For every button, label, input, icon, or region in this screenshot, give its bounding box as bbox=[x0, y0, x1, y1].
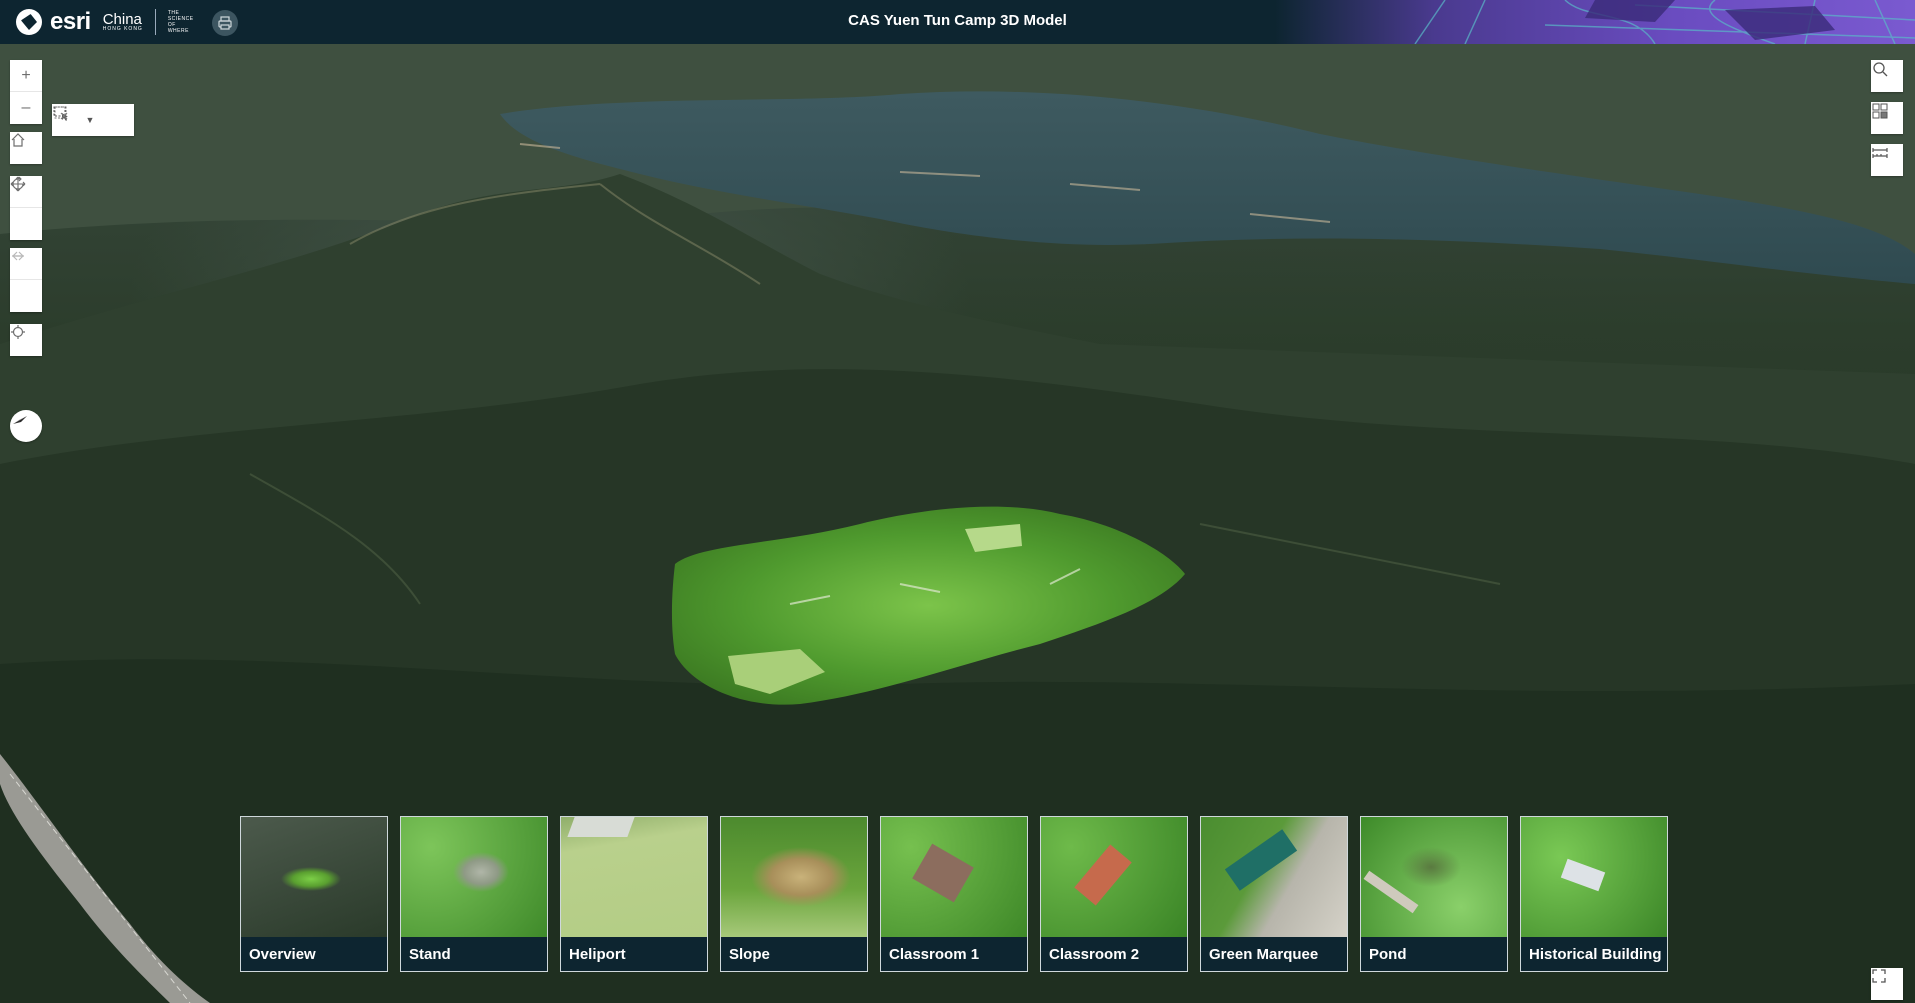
classroom-roof bbox=[1074, 844, 1132, 906]
slide-heliport[interactable]: Heliport bbox=[560, 816, 708, 972]
slide-thumbnail bbox=[1361, 817, 1507, 937]
slide-caption: Pond bbox=[1361, 937, 1507, 971]
zoom-out-icon: – bbox=[21, 99, 31, 116]
home-icon bbox=[11, 133, 25, 147]
fullscreen-icon bbox=[1872, 969, 1886, 983]
zoom-out-button[interactable]: – bbox=[10, 92, 42, 124]
app-header: esri China HONG KONG THE SCIENCE OF WHER… bbox=[0, 0, 1915, 44]
zoom-control: + – bbox=[10, 60, 42, 124]
redo-arrow-icon bbox=[12, 251, 24, 261]
slide-thumbnail bbox=[1041, 817, 1187, 937]
rotate-icon bbox=[12, 176, 24, 190]
fullscreen-button[interactable] bbox=[1871, 968, 1903, 1000]
rotate-button[interactable] bbox=[10, 176, 42, 240]
slide-caption: Green Marquee bbox=[1201, 937, 1347, 971]
app-title: CAS Yuen Tun Camp 3D Model bbox=[848, 12, 1067, 29]
slide-thumbnail bbox=[1521, 817, 1667, 937]
slide-thumbnail bbox=[241, 817, 387, 937]
slide-thumbnail bbox=[401, 817, 547, 937]
home-button[interactable] bbox=[10, 132, 42, 164]
clear-selection-button[interactable] bbox=[54, 104, 134, 136]
slide-thumbnail bbox=[881, 817, 1027, 937]
slide-historical-building[interactable]: Historical Building bbox=[1520, 816, 1668, 972]
slide-overview[interactable]: Overview bbox=[240, 816, 388, 972]
search-button[interactable] bbox=[1871, 60, 1903, 92]
redo-view-button[interactable] bbox=[10, 251, 42, 312]
slide-thumbnail bbox=[1201, 817, 1347, 937]
classroom-roof bbox=[912, 843, 974, 903]
compass-button[interactable] bbox=[10, 410, 42, 442]
select-dropdown-button[interactable]: ▼ bbox=[82, 104, 98, 136]
historical-roof bbox=[1560, 858, 1606, 892]
pond-path bbox=[1363, 870, 1419, 914]
locate-control bbox=[10, 324, 42, 356]
zoom-in-button[interactable]: + bbox=[10, 60, 42, 92]
locate-button[interactable] bbox=[10, 324, 42, 356]
slides-gallery: Overview Stand Heliport Slope Classroom … bbox=[240, 816, 1668, 972]
marquee-roof bbox=[1224, 829, 1298, 891]
history-control bbox=[10, 248, 42, 312]
basemap-gallery-icon bbox=[1872, 103, 1888, 119]
slide-classroom-1[interactable]: Classroom 1 bbox=[880, 816, 1028, 972]
slide-caption: Overview bbox=[241, 937, 387, 971]
slide-caption: Heliport bbox=[561, 937, 707, 971]
dropdown-caret-icon: ▼ bbox=[85, 115, 95, 125]
slide-classroom-2[interactable]: Classroom 2 bbox=[1040, 816, 1188, 972]
zoom-in-icon: + bbox=[21, 66, 31, 84]
slide-caption: Historical Building bbox=[1521, 937, 1667, 971]
slide-pond[interactable]: Pond bbox=[1360, 816, 1508, 972]
search-icon bbox=[1873, 62, 1888, 77]
slide-green-marquee[interactable]: Green Marquee bbox=[1200, 816, 1348, 972]
slide-caption: Slope bbox=[721, 937, 867, 971]
slide-slope[interactable]: Slope bbox=[720, 816, 868, 972]
heliport-structure bbox=[567, 817, 635, 837]
slide-caption: Classroom 1 bbox=[881, 937, 1027, 971]
clear-selection-icon bbox=[54, 106, 68, 120]
slide-thumbnail bbox=[721, 817, 867, 937]
basemap-gallery-button[interactable] bbox=[1871, 102, 1903, 134]
navigation-mode-control bbox=[10, 176, 42, 240]
selection-tool: ▼ bbox=[52, 104, 134, 136]
home-control bbox=[10, 132, 42, 164]
measure-button[interactable] bbox=[1871, 144, 1903, 176]
locate-icon bbox=[11, 325, 25, 339]
slide-thumbnail bbox=[561, 817, 707, 937]
slide-caption: Classroom 2 bbox=[1041, 937, 1187, 971]
slide-caption: Stand bbox=[401, 937, 547, 971]
slide-stand[interactable]: Stand bbox=[400, 816, 548, 972]
measure-icon bbox=[1872, 148, 1888, 158]
compass-icon bbox=[13, 416, 27, 424]
